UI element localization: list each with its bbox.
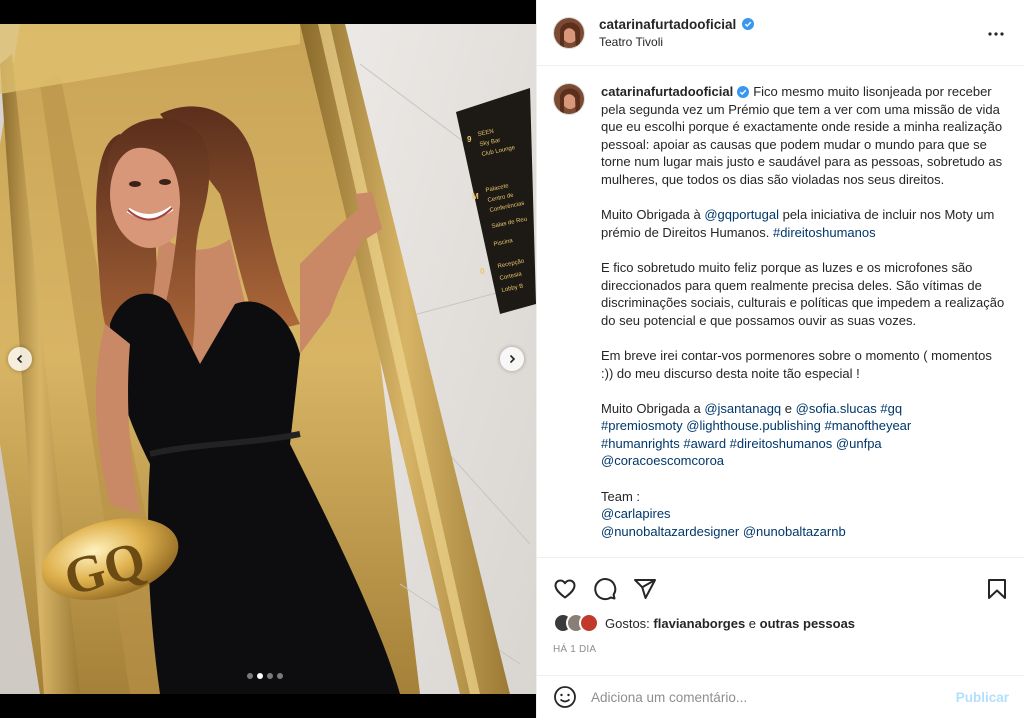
mention-link[interactable]: @lighthouse.publishing [686,418,821,433]
post-location[interactable]: Teatro Tivoli [599,35,758,49]
photo-letterbox-top [0,0,536,24]
more-horizontal-icon [988,32,1004,36]
likes-summary: Gostos: flavianaborges e outras pessoas [537,608,1024,638]
sign-floor: 0 [480,267,485,276]
post-photo-panel: SEEN Sky Bar Club Lounge Palacete Centro… [0,0,536,718]
hashtag-link[interactable]: #manoftheyear [825,418,912,433]
verified-badge-icon [742,18,755,30]
carousel-indicator [247,673,283,679]
mention-link[interactable]: @carlapires [601,506,671,521]
comment-icon [594,578,617,601]
hashtag-link[interactable]: #award [683,436,726,451]
mention-link[interactable]: @coracoescomcoroa [601,453,724,468]
chevron-right-icon [509,354,516,364]
verified-badge-icon [737,86,750,98]
caption-paragraph: Em breve irei contar-vos pormenores sobr… [601,347,992,381]
carousel-prev-button[interactable] [8,347,32,371]
post-header: catarinafurtadooficial Teatro Tivoli [537,0,1024,66]
caption-paragraph: E fico sobretudo muito feliz porque as l… [601,259,1005,328]
mention-link[interactable]: @gqportugal [704,207,779,222]
post-timestamp[interactable]: HÁ 1 DIA [537,638,1024,655]
mention-link[interactable]: @jsantanagq [704,401,781,416]
carousel-next-button[interactable] [500,347,524,371]
share-button[interactable] [633,575,673,603]
hashtag-link[interactable]: #direitoshumanos [773,225,876,240]
comments-scroll-area[interactable]: catarinafurtadooficial Fico mesmo muito l… [537,67,1024,557]
caption-username[interactable]: catarinafurtadooficial [601,84,733,99]
mention-link[interactable]: @sofia.slucas [796,401,877,416]
caption-paragraph: Fico mesmo muito lisonjeada por receber … [601,84,1003,187]
comment-form: Publicar [537,675,1024,718]
likes-prefix: Gostos: [605,615,654,631]
save-button[interactable] [985,575,1009,603]
mention-link[interactable]: @nunobaltazarnb [743,524,846,539]
sign-floor: 9 [467,135,472,144]
mention-link[interactable]: @unfpa [836,436,882,451]
hashtag-link[interactable]: #direitoshumanos [730,436,833,451]
heart-icon [554,579,576,599]
publish-button[interactable]: Publicar [956,690,1009,705]
avatar[interactable] [579,613,599,633]
avatar[interactable] [553,16,585,49]
caption-text-segment: Muito Obrigada à [601,207,705,223]
bookmark-icon [988,579,1006,599]
more-options-button[interactable] [984,22,1008,51]
likes-suffix: e [745,615,760,631]
likes-others-link[interactable]: outras pessoas [760,616,855,631]
post-username[interactable]: catarinafurtadooficial [599,17,736,32]
sign-floor: M [472,192,479,201]
post-actions: Gostos: flavianaborges e outras pessoas … [537,557,1024,675]
post-image[interactable]: SEEN Sky Bar Club Lounge Palacete Centro… [0,24,536,694]
carousel-dot [277,673,283,679]
hashtag-link[interactable]: #premiosmoty [601,418,683,433]
carousel-dot [267,673,273,679]
carousel-dot [257,673,263,679]
photo-letterbox-bottom [0,694,536,718]
emoji-icon[interactable] [553,685,577,709]
avatar[interactable] [553,83,585,115]
share-icon [634,579,656,599]
caption: catarinafurtadooficial Fico mesmo muito l… [553,83,1009,557]
caption-text-segment: Muito Obrigada a [601,400,705,416]
carousel-dot [247,673,253,679]
chevron-left-icon [16,354,23,364]
caption-text: catarinafurtadooficial Fico mesmo muito l… [601,83,1007,557]
like-button[interactable] [553,575,593,603]
liker-username[interactable]: flavianaborges [653,616,745,631]
comment-button[interactable] [593,575,633,603]
mention-link[interactable]: @nunobaltazardesigner [601,524,739,539]
post-side-panel: catarinafurtadooficial Teatro Tivoli cat… [536,0,1024,718]
team-label: Team : [601,488,641,504]
liker-avatars[interactable] [553,613,599,633]
hashtag-link[interactable]: #gq [880,401,902,416]
comment-input[interactable] [591,689,956,705]
caption-text-segment: e [781,400,796,416]
hashtag-link[interactable]: #humanrights [601,436,680,451]
